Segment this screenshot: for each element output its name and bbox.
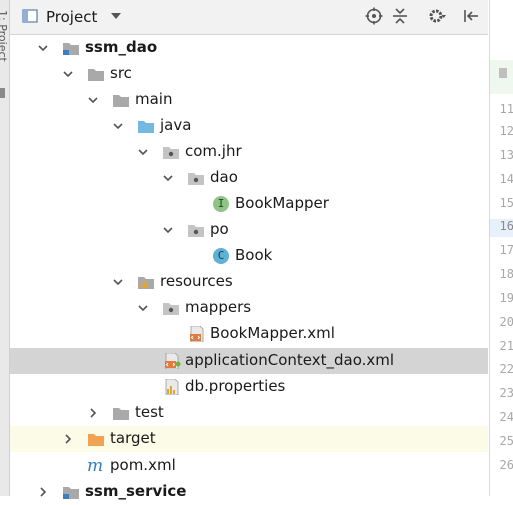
editor-tab-area bbox=[490, 0, 513, 60]
interface-icon: I bbox=[213, 196, 229, 212]
maven-icon: m bbox=[87, 456, 104, 476]
line-number: 17 bbox=[499, 243, 513, 257]
excluded-folder-icon bbox=[88, 434, 104, 446]
project-side-tab[interactable]: 1: Project bbox=[0, 10, 10, 90]
line-number: 25 bbox=[499, 434, 513, 448]
class-icon: C bbox=[213, 248, 229, 264]
tree-label-po: po bbox=[210, 220, 229, 238]
tree-label-book: Book bbox=[235, 246, 273, 264]
project-side-tab-label: 1: Project bbox=[0, 10, 9, 62]
tree-row-mappers[interactable]: mappers bbox=[10, 295, 488, 321]
package-icon bbox=[163, 303, 179, 315]
crosshair-icon[interactable] bbox=[365, 7, 383, 25]
chevron-down-icon[interactable] bbox=[138, 147, 148, 157]
line-number: 23 bbox=[499, 386, 513, 400]
tree-label-target: target bbox=[110, 429, 156, 447]
tree-row-ssm-dao[interactable]: ssm_dao bbox=[10, 35, 488, 61]
tree-label-java: java bbox=[160, 116, 192, 134]
properties-file-icon bbox=[165, 379, 179, 395]
tree-row-db-properties[interactable]: db.properties bbox=[10, 374, 488, 400]
tree-row-pom-xml[interactable]: m pom.xml bbox=[10, 453, 488, 479]
chevron-down-icon[interactable] bbox=[163, 225, 173, 235]
tree-label-db-properties: db.properties bbox=[185, 377, 286, 395]
project-toolbar: Project bbox=[10, 0, 488, 35]
chevron-down-icon[interactable] bbox=[63, 69, 73, 79]
tree-row-resources[interactable]: resources bbox=[10, 269, 488, 295]
current-line-number: 16 bbox=[490, 219, 513, 237]
line-number: 22 bbox=[499, 362, 513, 376]
gear-icon[interactable] bbox=[428, 7, 446, 25]
chevron-down-icon[interactable] bbox=[38, 43, 48, 53]
line-number: 20 bbox=[499, 315, 513, 329]
tree-row-target[interactable]: target bbox=[10, 426, 488, 452]
project-tree: ssm_dao src main java com.jhr dao I Book… bbox=[10, 35, 488, 500]
chevron-right-icon[interactable] bbox=[63, 434, 73, 444]
line-number: 18 bbox=[499, 267, 513, 281]
line-number: 26 bbox=[499, 458, 513, 472]
tool-window-strip: 1: Project bbox=[0, 0, 10, 496]
package-icon bbox=[188, 225, 204, 237]
tree-row-dao[interactable]: dao bbox=[10, 165, 488, 191]
folder-icon bbox=[113, 95, 129, 107]
resources-folder-icon bbox=[138, 277, 154, 289]
editor-gutter: 11 12 13 14 15 16 17 18 19 20 21 22 23 2… bbox=[489, 0, 513, 496]
tree-row-book-mapper-xml[interactable]: BookMapper.xml bbox=[10, 321, 488, 347]
line-number: 15 bbox=[499, 196, 513, 210]
tree-label-main: main bbox=[135, 90, 173, 108]
chevron-down-icon[interactable] bbox=[138, 303, 148, 313]
package-icon bbox=[188, 173, 204, 185]
tree-row-main[interactable]: main bbox=[10, 87, 488, 113]
spring-xml-file-icon bbox=[165, 353, 181, 369]
line-number: 12 bbox=[499, 124, 513, 138]
tree-label-test: test bbox=[135, 403, 164, 421]
dropdown-icon[interactable] bbox=[111, 13, 121, 19]
xml-file-icon bbox=[190, 326, 204, 342]
folder-icon bbox=[113, 408, 129, 420]
module-folder-icon bbox=[63, 487, 79, 499]
tree-label-ssm-service: ssm_service bbox=[85, 482, 187, 500]
hide-panel-icon[interactable] bbox=[462, 7, 480, 25]
side-tab-marker bbox=[0, 88, 5, 98]
project-icon bbox=[22, 9, 38, 23]
collapse-icon[interactable] bbox=[391, 7, 409, 25]
editor-breadcrumb-band bbox=[490, 60, 513, 94]
tree-row-book-mapper[interactable]: I BookMapper bbox=[10, 191, 488, 217]
source-folder-icon bbox=[138, 121, 154, 133]
tree-label-src: src bbox=[110, 64, 132, 82]
folder-icon bbox=[88, 69, 104, 81]
chevron-down-icon[interactable] bbox=[113, 121, 123, 131]
chevron-right-icon[interactable] bbox=[88, 408, 98, 418]
line-number: 11 bbox=[499, 102, 513, 116]
tree-label-pom-xml: pom.xml bbox=[110, 456, 176, 474]
tree-label-mappers: mappers bbox=[185, 298, 252, 316]
line-number: 19 bbox=[499, 291, 513, 305]
line-number: 21 bbox=[499, 339, 513, 353]
tree-label-com-jhr: com.jhr bbox=[185, 142, 242, 160]
file-icon bbox=[499, 68, 507, 78]
line-number: 13 bbox=[499, 148, 513, 162]
chevron-down-icon[interactable] bbox=[88, 95, 98, 105]
project-view-title[interactable]: Project bbox=[46, 8, 97, 26]
tree-row-book[interactable]: C Book bbox=[10, 243, 488, 269]
line-number: 14 bbox=[499, 172, 513, 186]
tree-label-book-mapper-xml: BookMapper.xml bbox=[210, 324, 335, 342]
tree-row-src[interactable]: src bbox=[10, 61, 488, 87]
chevron-down-icon[interactable] bbox=[163, 173, 173, 183]
line-number: 24 bbox=[499, 410, 513, 424]
tree-row-application-context-dao-xml[interactable]: applicationContext_dao.xml bbox=[10, 348, 488, 374]
tree-row-po[interactable]: po bbox=[10, 217, 488, 243]
package-icon bbox=[163, 147, 179, 159]
tree-label-resources: resources bbox=[160, 272, 233, 290]
tree-label-dao: dao bbox=[210, 168, 238, 186]
tree-label-book-mapper: BookMapper bbox=[235, 194, 329, 212]
tree-row-test[interactable]: test bbox=[10, 400, 488, 426]
chevron-down-icon[interactable] bbox=[113, 277, 123, 287]
tree-row-ssm-service[interactable]: ssm_service bbox=[10, 479, 488, 505]
tree-row-java[interactable]: java bbox=[10, 113, 488, 139]
tree-row-com-jhr[interactable]: com.jhr bbox=[10, 139, 488, 165]
tree-label-application-context-dao-xml: applicationContext_dao.xml bbox=[185, 351, 395, 369]
module-folder-icon bbox=[63, 43, 79, 55]
tree-label-ssm-dao: ssm_dao bbox=[85, 38, 158, 56]
